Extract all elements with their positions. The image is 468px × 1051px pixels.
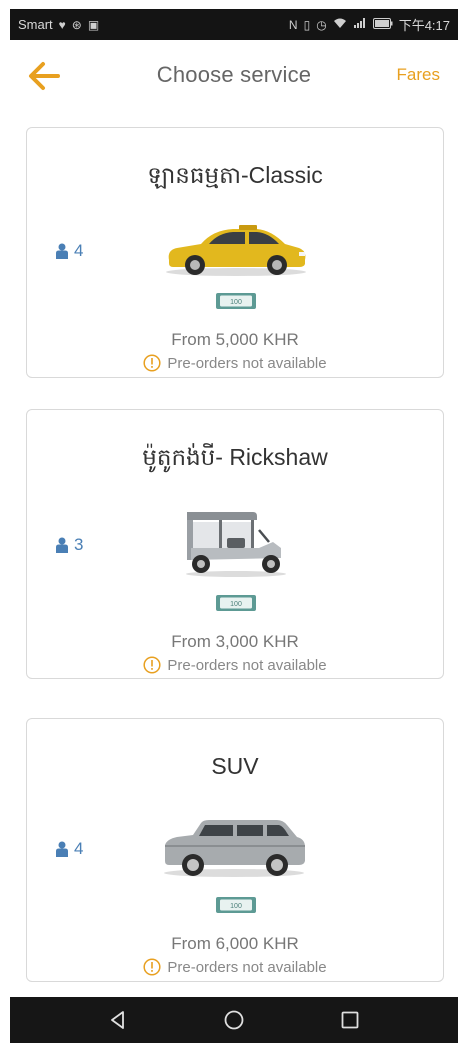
suv-icon: [164, 820, 305, 877]
preorder-status: Pre-orders not available: [27, 958, 443, 976]
person-icon: [56, 243, 68, 259]
battery-icon: [372, 17, 393, 32]
service-name: SUV: [211, 753, 259, 779]
signal-icon: [353, 17, 367, 32]
weibo-icon: ⊛: [71, 17, 82, 32]
person-icon: [56, 841, 68, 857]
seat-count-value: 3: [74, 535, 84, 554]
seat-count: 4: [55, 839, 83, 859]
preorder-status: Pre-orders not available: [27, 656, 443, 674]
cash-label: 100: [230, 299, 242, 306]
price-text: From 6,000 KHR: [171, 934, 299, 953]
seat-count-value: 4: [74, 839, 84, 858]
cash-label: 100: [230, 601, 242, 608]
page-title: Choose service: [156, 62, 312, 87]
person-icon: [56, 537, 68, 553]
price-text: From 3,000 KHR: [171, 632, 299, 651]
vibrate-icon: ▯: [303, 17, 311, 32]
warning-circle-icon: [143, 354, 161, 372]
warning-circle-icon: [143, 958, 161, 976]
alarm-icon: ◷: [316, 17, 327, 32]
status-left: Smart ♥ ⊛ ▣: [18, 17, 99, 32]
heart-icon: ♥: [58, 17, 66, 32]
service-name: ឡានធម្មតា-Classic: [147, 162, 323, 188]
home-circle-icon[interactable]: [222, 1008, 246, 1032]
preorder-text: Pre-orders not available: [167, 958, 327, 976]
screen: Smart ♥ ⊛ ▣ N ▯ ◷ 下午4:17 Choose service …: [0, 0, 468, 1051]
seat-count-value: 4: [74, 241, 84, 260]
service-card-suv[interactable]: SUV 4 100 From 6,000 KHR Pre-orders not …: [26, 718, 444, 982]
cash-payment-icon: 100: [216, 595, 256, 611]
taxi-car-icon: [166, 225, 306, 276]
service-name: ម៉ូតូកង់បី- Rickshaw: [142, 444, 328, 470]
preorder-text: Pre-orders not available: [167, 656, 327, 674]
carrier-name: Smart: [18, 17, 53, 32]
status-right: N ▯ ◷ 下午4:17: [289, 15, 450, 34]
wifi-icon: [333, 17, 347, 32]
warning-circle-icon: [143, 656, 161, 674]
photo-icon: ▣: [87, 17, 100, 32]
status-time: 下午4:17: [398, 18, 450, 33]
cash-payment-icon: 100: [216, 293, 256, 309]
recents-square-icon[interactable]: [338, 1008, 362, 1032]
back-triangle-icon[interactable]: [106, 1008, 130, 1032]
app-header: Choose service Fares: [10, 40, 458, 116]
seat-count: 3: [55, 535, 83, 555]
cash-payment-icon: 100: [216, 897, 256, 913]
preorder-text: Pre-orders not available: [167, 354, 327, 372]
fares-link[interactable]: Fares: [397, 65, 440, 85]
cash-label: 100: [230, 903, 242, 910]
rickshaw-icon: [186, 512, 286, 577]
service-card-classic[interactable]: ឡានធម្មតា-Classic 4 100 From 5,000 KHR P…: [26, 127, 444, 378]
nfc-icon: N: [288, 17, 298, 32]
status-bar: Smart ♥ ⊛ ▣ N ▯ ◷ 下午4:17: [10, 9, 458, 40]
seat-count: 4: [55, 241, 83, 261]
system-nav-bar: [10, 997, 458, 1043]
service-card-rickshaw[interactable]: ម៉ូតូកង់បី- Rickshaw 3 100 From 3,000 KH…: [26, 409, 444, 679]
price-text: From 5,000 KHR: [171, 330, 299, 349]
preorder-status: Pre-orders not available: [27, 354, 443, 372]
